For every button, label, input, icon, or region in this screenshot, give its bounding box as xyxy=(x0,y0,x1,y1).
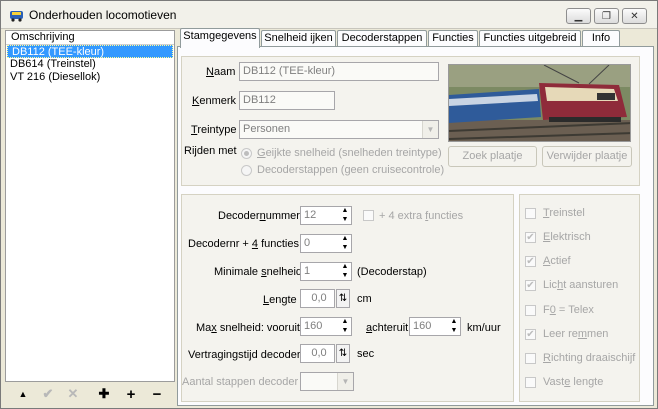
spin-up-icon[interactable]: ▲ xyxy=(338,317,352,326)
flag-label: Richting draaischijf xyxy=(543,352,636,364)
remove-button[interactable]: − xyxy=(147,383,167,405)
spin-up-icon[interactable]: ▲ xyxy=(338,206,352,215)
decodernr-plus4-spinner[interactable]: ▲ ▼ xyxy=(338,234,352,253)
vertraging-spinner[interactable]: ⇅ xyxy=(336,344,350,363)
treintype-select[interactable]: Personen ▼ xyxy=(239,120,439,139)
spin-updown-icon[interactable]: ⇅ xyxy=(337,345,349,362)
flag-checkbox[interactable] xyxy=(525,377,536,388)
minimale-snelheid-unit: (Decoderstap) xyxy=(357,266,427,278)
decodernummer-label: Decodernummer xyxy=(218,210,300,222)
minimale-snelheid-spinner[interactable]: ▲ ▼ xyxy=(338,262,352,281)
vertraging-label: Vertragingstijd decoder xyxy=(188,349,301,361)
close-icon: ✕ xyxy=(630,10,639,22)
flag-label: Elektrisch xyxy=(543,231,591,243)
locomotive-photo xyxy=(448,64,631,142)
kenmerk-field[interactable]: DB112 xyxy=(239,91,335,110)
chevron-down-icon[interactable]: ▼ xyxy=(337,373,353,390)
tab-snelheid-ijken[interactable]: Snelheid ijken xyxy=(261,30,336,47)
flag-label: Treinstel xyxy=(543,207,585,219)
locomotive-icon xyxy=(10,11,23,22)
tab-stamgegevens[interactable]: Stamgegevens xyxy=(180,28,260,48)
minimize-icon: ▁ xyxy=(574,10,583,22)
achteruit-spinner[interactable]: ▲ ▼ xyxy=(447,317,461,336)
achteruit-label: achteruit xyxy=(366,322,409,334)
list-item[interactable]: DB614 (Treinstel) xyxy=(6,58,174,71)
lengte-spinner[interactable]: ⇅ xyxy=(336,289,350,308)
vertraging-unit: sec xyxy=(357,348,375,360)
move-up-button[interactable]: ▲ xyxy=(13,383,33,405)
list-item[interactable]: VT 216 (Diesellok) xyxy=(6,71,174,84)
radio-decoderstappen[interactable] xyxy=(241,165,252,176)
kenmerk-label: Kenmerk xyxy=(192,95,237,107)
title-bar: Onderhouden locomotieven ▁ ❐ ✕ xyxy=(1,1,657,29)
list-header-omschrijving[interactable]: Omschrijving xyxy=(6,31,174,45)
cancel-button[interactable]: ✕ xyxy=(63,383,83,405)
speed-unit: km/uur xyxy=(467,322,501,334)
confirm-button[interactable]: ✔ xyxy=(38,383,58,405)
aantal-stappen-select[interactable]: ▼ xyxy=(300,372,354,391)
chevron-down-icon[interactable]: ▼ xyxy=(422,121,438,138)
flags-group xyxy=(519,194,640,402)
locomotive-image xyxy=(449,65,630,141)
flag-label: Vaste lengte xyxy=(543,376,604,388)
maximize-icon: ❐ xyxy=(602,10,611,22)
flag-label: Actief xyxy=(543,255,571,267)
spin-down-icon[interactable]: ▼ xyxy=(338,271,352,280)
extra-functies-label: + 4 extra functies xyxy=(379,210,464,222)
radio-geijkte-label: Geijkte snelheid (snelheden treintype) xyxy=(257,147,442,159)
list-toolbar: ▲ ✔ ✕ ✚ + − xyxy=(5,383,175,405)
decodernummer-spinner[interactable]: ▲ ▼ xyxy=(338,206,352,225)
zoek-plaatje-button[interactable]: Zoek plaatje xyxy=(448,146,537,167)
list-item[interactable]: DB112 (TEE-kleur) xyxy=(7,45,173,58)
naam-field[interactable]: DB112 (TEE-kleur) xyxy=(239,62,439,81)
spin-down-icon[interactable]: ▼ xyxy=(338,215,352,224)
extra-functies-checkbox[interactable] xyxy=(363,210,374,221)
tab-functies[interactable]: Functies xyxy=(428,30,478,47)
rijden-met-label: Rijden met xyxy=(184,145,237,157)
flag-checkbox[interactable]: ✔ xyxy=(525,256,536,267)
flag-checkbox[interactable]: ✔ xyxy=(525,329,536,340)
spin-up-icon[interactable]: ▲ xyxy=(338,234,352,243)
tab-info[interactable]: Info xyxy=(582,30,620,47)
flag-checkbox[interactable]: ✔ xyxy=(525,280,536,291)
close-button[interactable]: ✕ xyxy=(622,8,647,24)
naam-label: Naam xyxy=(206,66,236,78)
lengte-label: Lengte xyxy=(263,294,297,306)
spin-up-icon[interactable]: ▲ xyxy=(338,262,352,271)
spin-up-icon[interactable]: ▲ xyxy=(447,317,461,326)
tab-functies-uitgebreid[interactable]: Functies uitgebreid xyxy=(479,30,581,47)
lengte-field[interactable]: 0,0 xyxy=(300,289,335,308)
radio-geijkte-snelheid[interactable] xyxy=(241,148,252,159)
vertraging-field[interactable]: 0,0 xyxy=(300,344,335,363)
spin-updown-icon[interactable]: ⇅ xyxy=(337,290,349,307)
spin-down-icon[interactable]: ▼ xyxy=(338,243,352,252)
flag-checkbox[interactable] xyxy=(525,208,536,219)
minimale-snelheid-label: Minimale snelheid xyxy=(214,266,303,278)
locomotive-list[interactable]: Omschrijving DB112 (TEE-kleur) DB614 (Tr… xyxy=(5,30,175,382)
main-window: Onderhouden locomotieven ▁ ❐ ✕ Omschrijv… xyxy=(0,0,658,409)
aantal-stappen-label: Aantal stappen decoder xyxy=(182,376,299,388)
flag-label: F0 = Telex xyxy=(543,304,594,316)
flag-label: Licht aansturen xyxy=(543,279,619,291)
verwijder-plaatje-button[interactable]: Verwijder plaatje xyxy=(542,146,632,167)
add-button[interactable]: + xyxy=(121,383,141,405)
window-title: Onderhouden locomotieven xyxy=(29,8,177,22)
max-snelheid-label: Max snelheid: vooruit xyxy=(196,322,300,334)
add-multiple-button[interactable]: ✚ xyxy=(94,383,114,405)
flag-checkbox[interactable]: ✔ xyxy=(525,232,536,243)
treintype-label: Treintype xyxy=(191,124,237,136)
minimize-button[interactable]: ▁ xyxy=(566,8,591,24)
spin-down-icon[interactable]: ▼ xyxy=(338,326,352,335)
radio-decoderstappen-label: Decoderstappen (geen cruisecontrole) xyxy=(257,164,445,176)
lengte-unit: cm xyxy=(357,293,372,305)
maximize-button[interactable]: ❐ xyxy=(594,8,619,24)
tab-decoderstappen[interactable]: Decoderstappen xyxy=(337,30,427,47)
spin-down-icon[interactable]: ▼ xyxy=(447,326,461,335)
decodernr-plus4-label: Decodernr + 4 functies xyxy=(188,238,299,250)
flag-label: Leer remmen xyxy=(543,328,609,340)
tab-strip: Stamgegevens Snelheid ijken Decoderstapp… xyxy=(180,28,652,48)
max-snelheid-vooruit-spinner[interactable]: ▲ ▼ xyxy=(338,317,352,336)
flag-checkbox[interactable] xyxy=(525,305,536,316)
flag-checkbox[interactable] xyxy=(525,353,536,364)
